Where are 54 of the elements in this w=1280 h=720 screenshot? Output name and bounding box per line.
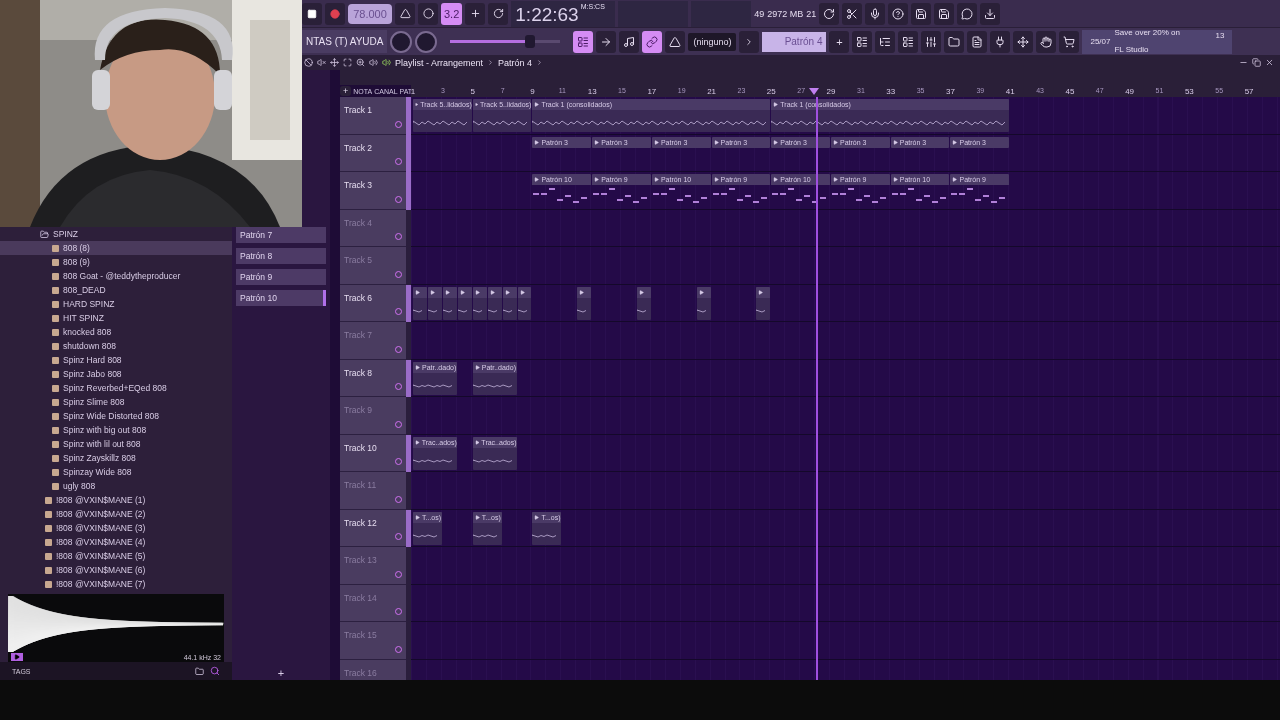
browser-item[interactable]: !808 @VXIN$MANE (7) bbox=[0, 577, 232, 591]
news-headline: Save over 20% on bbox=[1114, 27, 1180, 38]
browser-item[interactable]: ugly 808 bbox=[0, 479, 232, 493]
track-header[interactable]: Track 1 bbox=[340, 97, 406, 135]
browser-item[interactable]: Spinz Slime 808 bbox=[0, 395, 232, 409]
news-panel[interactable]: 25/07 Save over 20% on FL Studio 13 bbox=[1082, 29, 1233, 54]
browser-item[interactable]: Spinz Jabo 808 bbox=[0, 367, 232, 381]
track-header[interactable]: Track 6 bbox=[340, 284, 406, 322]
browser-item[interactable]: 808 (9) bbox=[0, 255, 232, 269]
news-date: 25/07 bbox=[1090, 36, 1111, 47]
track-header[interactable]: Track 2 bbox=[340, 134, 406, 172]
snap-selector[interactable]: (ninguno) bbox=[688, 32, 737, 51]
browser-item[interactable]: !808 @VXIN$MANE (5) bbox=[0, 549, 232, 563]
pattern-item[interactable]: Patrón 8 bbox=[236, 248, 326, 264]
pattern-item[interactable]: Patrón 7 bbox=[236, 227, 326, 243]
browser-item[interactable]: !808 @VXIN$MANE (2) bbox=[0, 507, 232, 521]
browser-item[interactable]: 808 (8) bbox=[0, 241, 232, 255]
menu-bar[interactable]: NTAS (T) AYUDA bbox=[302, 30, 388, 53]
browser-item[interactable]: Spinz Wide Distorted 808 bbox=[0, 409, 232, 423]
browser-item[interactable]: HIT SPINZ bbox=[0, 311, 232, 325]
browser-item[interactable]: 808_DEAD bbox=[0, 283, 232, 297]
window-title: Playlist - Arrangement bbox=[395, 57, 484, 68]
track-header[interactable]: Track 3 bbox=[340, 172, 406, 210]
browser-item[interactable]: !808 @VXIN$MANE (1) bbox=[0, 493, 232, 507]
browser-item[interactable]: Spinz Reverbed+EQed 808 bbox=[0, 381, 232, 395]
ram-reading: 2972 MB bbox=[767, 8, 804, 19]
cpu-reading: 49 bbox=[754, 8, 765, 19]
pattern-item[interactable]: Patrón 10 bbox=[236, 290, 326, 306]
add-track-button[interactable]: + bbox=[340, 86, 352, 96]
browser-item[interactable]: Spinzay Wide 808 bbox=[0, 465, 232, 479]
snap-toggle[interactable]: 3.2 bbox=[441, 2, 463, 25]
pattern-selector[interactable]: Patrón 4 bbox=[762, 31, 827, 52]
browser-item[interactable]: Spinz with big out 808 bbox=[0, 423, 232, 437]
pattern-item[interactable]: Patrón 9 bbox=[236, 269, 326, 285]
browser-item[interactable]: HARD SPINZ bbox=[0, 297, 232, 311]
pattern-add-button[interactable]: + bbox=[829, 30, 850, 53]
browser-item[interactable]: SPINZ bbox=[0, 227, 232, 241]
browser-item[interactable]: Spinz Zayskillz 808 bbox=[0, 451, 232, 465]
breadcrumb-pattern[interactable]: Patrón 4 bbox=[498, 57, 533, 68]
browser-item[interactable]: !808 @VXIN$MANE (3) bbox=[0, 521, 232, 535]
browser-item[interactable]: !808 @VXIN$MANE (6) bbox=[0, 563, 232, 577]
track-header[interactable]: Track 8 bbox=[340, 359, 406, 397]
browser-item[interactable]: Spinz with lil out 808 bbox=[0, 437, 232, 451]
track-header[interactable]: Track 10 bbox=[340, 434, 406, 472]
track-header[interactable]: Track 12 bbox=[340, 509, 406, 547]
browser-item[interactable]: shutdown 808 bbox=[0, 339, 232, 353]
polyphony-reading: 21 bbox=[806, 8, 817, 19]
browser-item[interactable]: knocked 808 bbox=[0, 325, 232, 339]
browser-item[interactable]: !808 @VXIN$MANE (4) bbox=[0, 535, 232, 549]
browser-item[interactable]: Spinz Hard 808 bbox=[0, 353, 232, 367]
browser-item[interactable]: 808 Goat - @teddytheproducer bbox=[0, 269, 232, 283]
add-pattern-button[interactable]: + bbox=[236, 666, 326, 680]
news-subline: FL Studio bbox=[1114, 44, 1149, 54]
news-count: 13 bbox=[1215, 30, 1225, 40]
